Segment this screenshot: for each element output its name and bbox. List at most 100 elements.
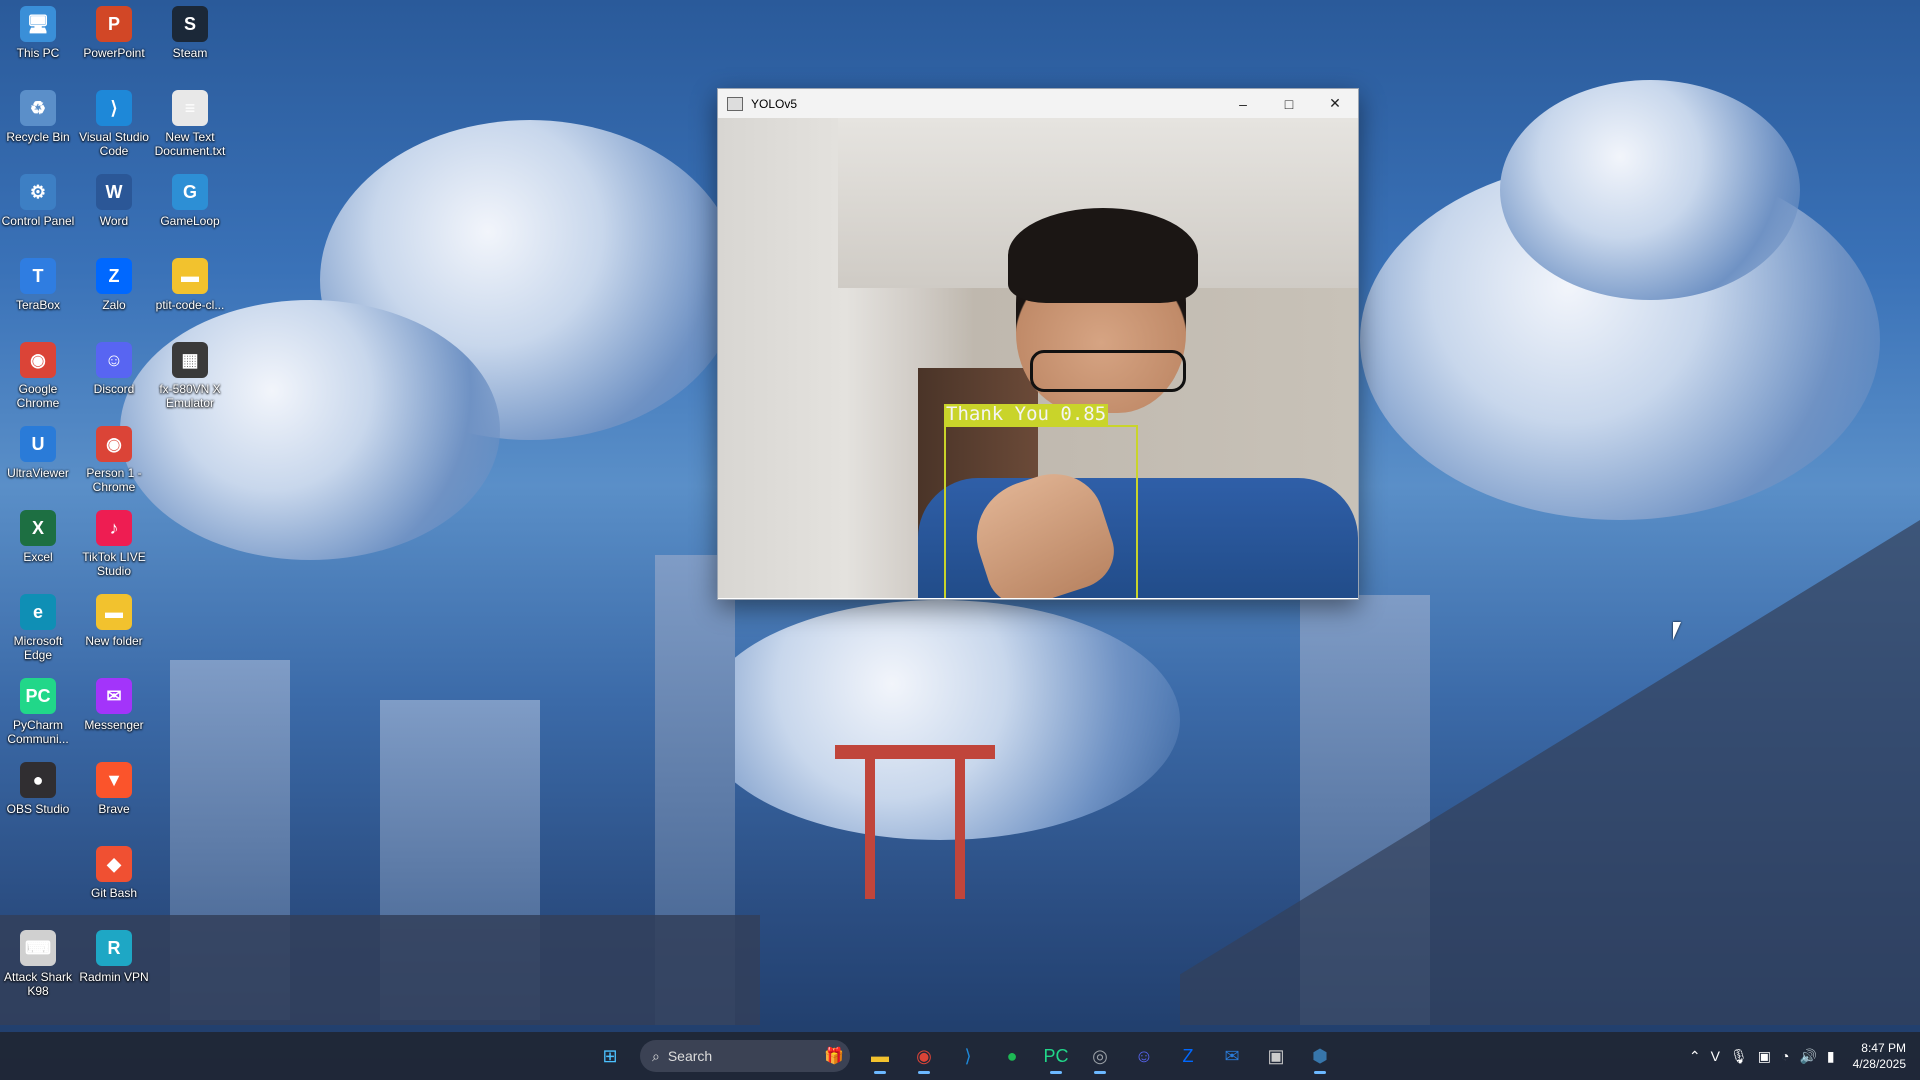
app-icon: 🖥 xyxy=(20,6,56,42)
app-icon: P xyxy=(96,6,132,42)
app-icon: ♻ xyxy=(20,90,56,126)
desktop-icon-google-chrome[interactable]: ◉ Google Chrome xyxy=(0,336,76,410)
desktop-icon-ptit-code-cl[interactable]: ▬ ptit-code-cl... xyxy=(152,252,228,312)
maximize-button[interactable]: □ xyxy=(1266,89,1312,118)
desktop-icon-label: PowerPoint xyxy=(83,46,145,60)
desktop-icon-label: Radmin VPN xyxy=(79,970,149,984)
desktop-icon-label: fx-580VN X Emulator xyxy=(159,382,221,410)
desktop-icon-label: New Text Document.txt xyxy=(154,130,226,158)
clock-time: 8:47 PM xyxy=(1861,1041,1906,1055)
mail-icon: ✉ xyxy=(1224,1045,1240,1066)
app-icon: ▼ xyxy=(96,762,132,798)
desktop-icon-label: Discord xyxy=(93,382,135,396)
taskbar-pycharm-button[interactable]: PC xyxy=(1036,1036,1076,1076)
window-titlebar[interactable]: YOLOv5 – □ ✕ xyxy=(718,89,1358,118)
spotify-icon: ● xyxy=(1006,1045,1018,1066)
app-icon: G xyxy=(172,174,208,210)
yolov5-window[interactable]: YOLOv5 – □ ✕ Thank You 0.85 xyxy=(717,88,1359,600)
desktop-icon-brave[interactable]: ▼ Brave xyxy=(76,756,152,816)
clock[interactable]: 8:47 PM 4/28/2025 xyxy=(1853,1040,1906,1072)
desktop-icon-ultraviewer[interactable]: U UltraViewer xyxy=(0,420,76,480)
desktop-icon-fx-580vn-x-emulator[interactable]: ▦ fx-580VN X Emulator xyxy=(152,336,228,410)
desktop-icon-gameloop[interactable]: G GameLoop xyxy=(152,168,228,228)
desktop-icon-visual-studio-code[interactable]: ⟩ Visual Studio Code xyxy=(76,84,152,158)
desktop-icon-excel[interactable]: X Excel xyxy=(0,504,76,564)
battery-icon[interactable]: ▮ xyxy=(1827,1048,1835,1065)
taskbar-chrome-button[interactable]: ◉ xyxy=(904,1036,944,1076)
app-icon: ⚙ xyxy=(20,174,56,210)
taskbar-discord-button[interactable]: ☺ xyxy=(1124,1036,1164,1076)
camera-feed: Thank You 0.85 xyxy=(718,118,1358,598)
taskbar-chrome-profile-button[interactable]: ◎ xyxy=(1080,1036,1120,1076)
minimize-button[interactable]: – xyxy=(1220,89,1266,118)
taskbar-file-explorer-button[interactable]: ▬ xyxy=(860,1036,900,1076)
taskbar-spotify-button[interactable]: ● xyxy=(992,1036,1032,1076)
app-icon: ● xyxy=(20,762,56,798)
window-title: YOLOv5 xyxy=(751,96,798,111)
volume-icon[interactable]: 🔊 xyxy=(1799,1048,1816,1065)
desktop-icon-terabox[interactable]: T TeraBox xyxy=(0,252,76,312)
desktop-icon-label: Person 1 - Chrome xyxy=(86,466,142,494)
desktop-icon-attack-shark-k98[interactable]: ⌨ Attack Shark K98 xyxy=(0,924,76,998)
desktop-icon-new-folder[interactable]: ▬ New folder xyxy=(76,588,152,648)
taskbar-terminal-button[interactable]: ▣ xyxy=(1256,1036,1296,1076)
desktop-icon-obs-studio[interactable]: ● OBS Studio xyxy=(0,756,76,816)
desktop-icon-label: Zalo xyxy=(102,298,126,312)
desktop-icon-label: ptit-code-cl... xyxy=(155,298,225,312)
app-icon: ◉ xyxy=(20,342,56,378)
discord-icon: ☺ xyxy=(1134,1045,1154,1066)
start-icon: ⊞ xyxy=(602,1045,618,1066)
desktop-icon-label: UltraViewer xyxy=(7,466,69,480)
taskbar-search-box[interactable]: ⌕ Search 🎁 xyxy=(640,1040,850,1072)
desktop-icon-label: Control Panel xyxy=(1,214,75,228)
desktop-icon-word[interactable]: W Word xyxy=(76,168,152,228)
detection-label: Thank You 0.85 xyxy=(944,403,1109,425)
network-adapter-icon[interactable]: ▣ xyxy=(1758,1048,1771,1065)
taskbar-vscode-button[interactable]: ⟩ xyxy=(948,1036,988,1076)
desktop-icon-zalo[interactable]: Z Zalo xyxy=(76,252,152,312)
desktop-icon-label: Microsoft Edge xyxy=(13,634,63,662)
desktop-icon-label: TeraBox xyxy=(15,298,61,312)
app-icon: W xyxy=(96,174,132,210)
desktop-icon-this-pc[interactable]: 🖥 This PC xyxy=(0,0,76,60)
system-tray: ⌃ V 🎙 ▣ ◔ 🔊 ▮ 8:47 PM 4/28/2025 xyxy=(1689,1036,1906,1076)
desktop-icon-label: Visual Studio Code xyxy=(79,130,149,158)
desktop-icon-person-1-chrome[interactable]: ◉ Person 1 - Chrome xyxy=(76,420,152,494)
close-button[interactable]: ✕ xyxy=(1312,89,1358,118)
chevron-up-icon[interactable]: ⌃ xyxy=(1689,1048,1701,1065)
microphone-icon[interactable]: 🎙 xyxy=(1730,1048,1748,1065)
feed-person-hair xyxy=(1008,208,1198,303)
desktop-icon-control-panel[interactable]: ⚙ Control Panel xyxy=(0,168,76,228)
app-icon: ▦ xyxy=(172,342,208,378)
desktop-icon-new-text-document-txt[interactable]: ≡ New Text Document.txt xyxy=(152,84,228,158)
app-icon: ▬ xyxy=(96,594,132,630)
terminal-icon: ▣ xyxy=(1267,1045,1285,1066)
taskbar-start-button[interactable]: ⊞ xyxy=(590,1036,630,1076)
desktop-icon-messenger[interactable]: ✉ Messenger xyxy=(76,672,152,732)
feed-person-glasses xyxy=(1030,350,1186,392)
desktop-icon-powerpoint[interactable]: P PowerPoint xyxy=(76,0,152,60)
desktop-icon-microsoft-edge[interactable]: e Microsoft Edge xyxy=(0,588,76,662)
mouse-cursor-icon xyxy=(1673,622,1681,640)
desktop-icon-label: Brave xyxy=(98,802,130,816)
search-placeholder: Search xyxy=(667,1048,713,1064)
desktop-icon-pycharm-communi[interactable]: PC PyCharm Communi... xyxy=(0,672,76,746)
desktop-icon-recycle-bin[interactable]: ♻ Recycle Bin xyxy=(0,84,76,144)
desktop-icon-discord[interactable]: ☺ Discord xyxy=(76,336,152,396)
desktop-icon-radmin-vpn[interactable]: R Radmin VPN xyxy=(76,924,152,984)
app-icon: ⌨ xyxy=(20,930,56,966)
taskbar-python-button[interactable]: ⬢ xyxy=(1300,1036,1340,1076)
app-icon: ⟩ xyxy=(96,90,132,126)
desktop-icon-steam[interactable]: S Steam xyxy=(152,0,228,60)
clock-date: 4/28/2025 xyxy=(1852,1057,1906,1071)
desktop-icon-tiktok-live-studio[interactable]: ♪ TikTok LIVE Studio xyxy=(76,504,152,578)
vpn-icon[interactable]: V xyxy=(1711,1048,1720,1064)
taskbar-mail-button[interactable]: ✉ xyxy=(1212,1036,1252,1076)
search-icon: ⌕ xyxy=(652,1047,660,1064)
app-icon: X xyxy=(20,510,56,546)
app-icon: e xyxy=(20,594,56,630)
desktop-icon-git-bash[interactable]: ◆ Git Bash xyxy=(76,840,152,900)
wifi-icon[interactable]: ◔ xyxy=(1781,1048,1789,1064)
desktop-icon-label: Excel xyxy=(23,550,53,564)
taskbar-zalo-button[interactable]: Z xyxy=(1168,1036,1208,1076)
